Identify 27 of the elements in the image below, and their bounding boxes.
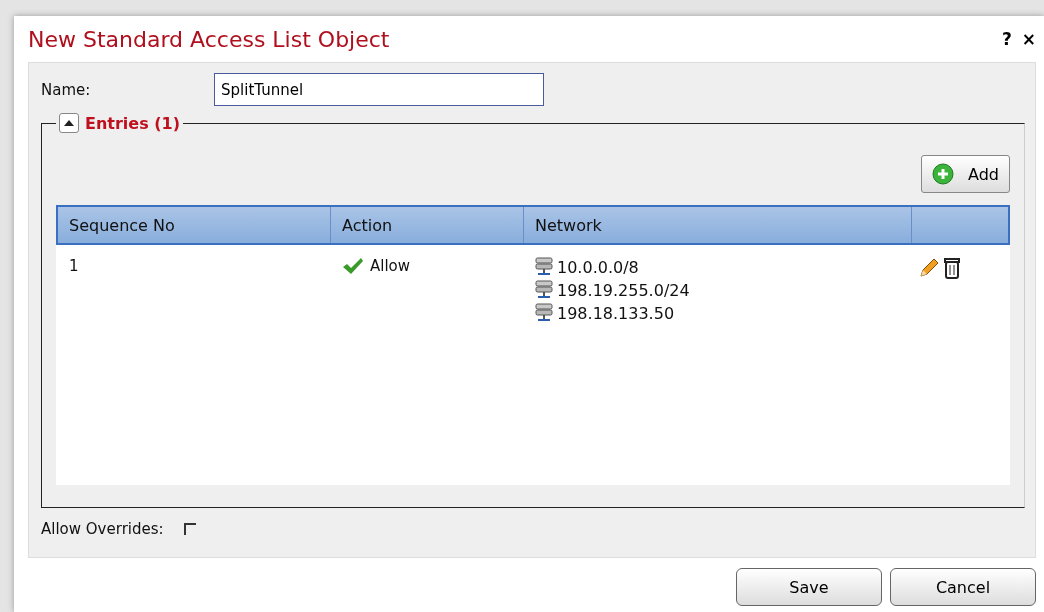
help-button[interactable]: ? [1001, 29, 1012, 49]
dialog-button[interactable]: Save [736, 568, 882, 606]
column-header: Network [524, 207, 912, 243]
plus-icon [932, 163, 954, 185]
column-header: Action [331, 207, 524, 243]
server-icon [535, 257, 553, 277]
add-button[interactable]: Add [921, 155, 1010, 193]
column-header: Sequence No [58, 207, 331, 243]
name-field[interactable]: SplitTunnel [214, 73, 544, 106]
close-button[interactable]: × [1021, 29, 1036, 49]
dialog-title: New Standard Access List Object [28, 26, 391, 52]
checkmark-icon [342, 257, 364, 275]
network-address: 198.18.133.50 [557, 303, 675, 323]
server-icon [535, 280, 553, 300]
pencil-icon[interactable] [918, 257, 940, 279]
network-address: 10.0.0.0/8 [557, 257, 639, 277]
allow-overrides-label: Allow Overrides: [41, 520, 164, 538]
caret-icon [64, 120, 74, 126]
table-cell: 1 [69, 257, 79, 275]
server-icon [535, 303, 553, 323]
table-cell: Allow [370, 257, 411, 275]
trash-icon[interactable] [944, 257, 960, 279]
name-label: Name: [41, 80, 92, 99]
network-address: 198.19.255.0/24 [557, 280, 690, 300]
collapse-button[interactable] [59, 113, 79, 133]
entries-title: Entries (1) [85, 113, 181, 133]
dialog-button[interactable]: Cancel [890, 568, 1036, 606]
